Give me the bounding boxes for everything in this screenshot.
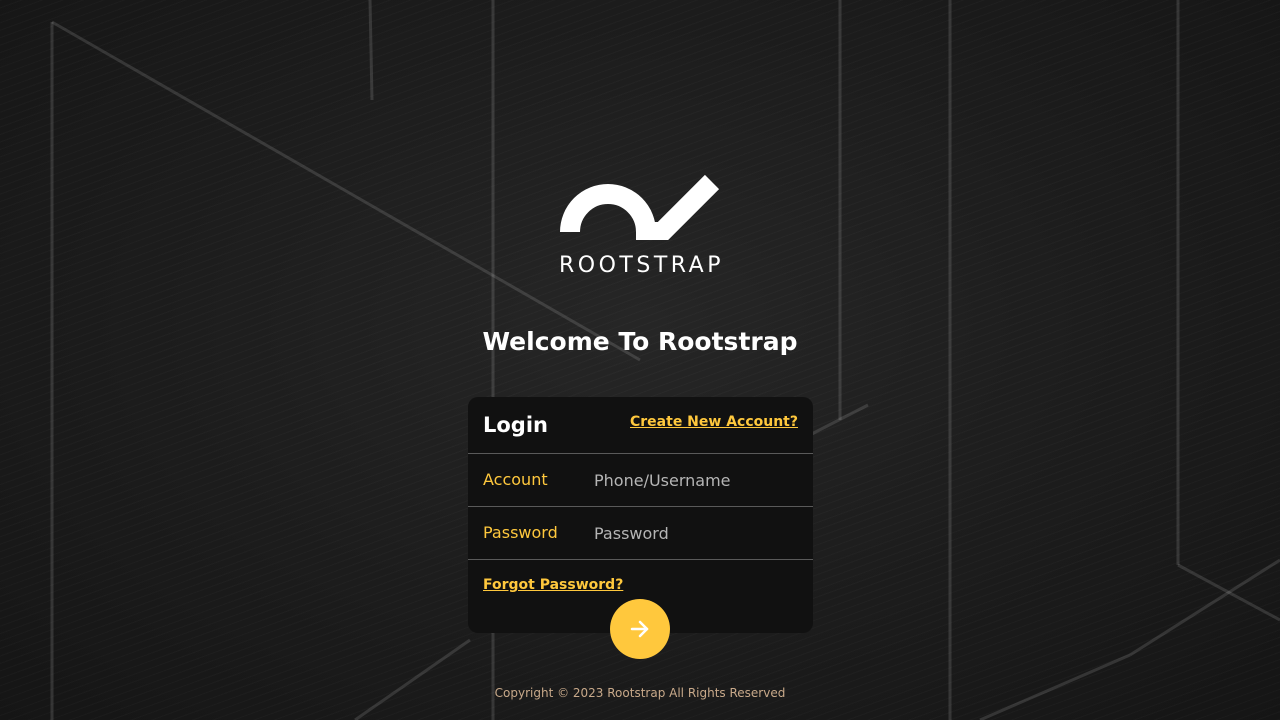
copyright-text: Copyright © 2023 Rootstrap All Rights Re… xyxy=(494,686,786,700)
login-title: Login xyxy=(483,413,548,437)
create-account-link[interactable]: Create New Account? xyxy=(630,412,798,432)
login-submit-button[interactable] xyxy=(610,599,670,659)
password-row: Password xyxy=(468,507,813,560)
password-label: Password xyxy=(483,523,558,542)
forgot-password-link[interactable]: Forgot Password? xyxy=(483,575,623,595)
rootstrap-wave-logo-icon xyxy=(560,174,720,240)
account-input[interactable] xyxy=(590,466,803,494)
brand-wordmark: ROOTSTRAP xyxy=(559,253,724,278)
account-label: Account xyxy=(483,470,548,489)
login-page: ROOTSTRAP Welcome To Rootstrap Login Cre… xyxy=(0,0,1280,720)
login-card: Login Create New Account? Account Passwo… xyxy=(468,397,813,633)
arrow-right-icon xyxy=(630,620,649,638)
password-input[interactable] xyxy=(590,519,803,547)
login-card-header: Login Create New Account? xyxy=(468,397,813,454)
welcome-heading: Welcome To Rootstrap xyxy=(482,327,798,356)
account-row: Account xyxy=(468,454,813,507)
